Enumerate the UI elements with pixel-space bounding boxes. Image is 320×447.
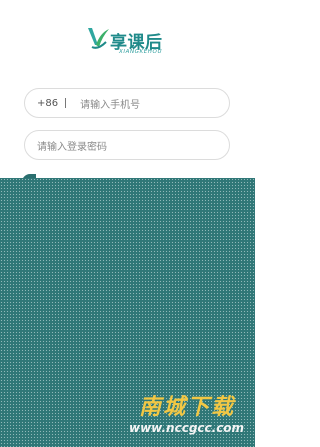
- phone-field[interactable]: +86 请输入手机号: [24, 88, 230, 118]
- app-name-pinyin: XIANGKEHOU: [119, 49, 163, 55]
- watermark: 南城下载 www.nccgcc.com: [125, 385, 255, 447]
- field-divider: [65, 98, 67, 108]
- phone-input-placeholder: 请输入手机号: [80, 99, 141, 111]
- logo-mark-icon: [88, 28, 109, 49]
- watermark-title: 南城下载: [139, 395, 236, 420]
- password-field[interactable]: 请输入登录密码: [24, 130, 230, 160]
- app-logo: 享课后 XIANGKEHOU: [86, 25, 176, 59]
- password-input-placeholder: 请输入登录密码: [37, 141, 107, 153]
- country-code-selector[interactable]: +86: [37, 98, 58, 109]
- watermark-url: www.nccgcc.com: [129, 421, 245, 435]
